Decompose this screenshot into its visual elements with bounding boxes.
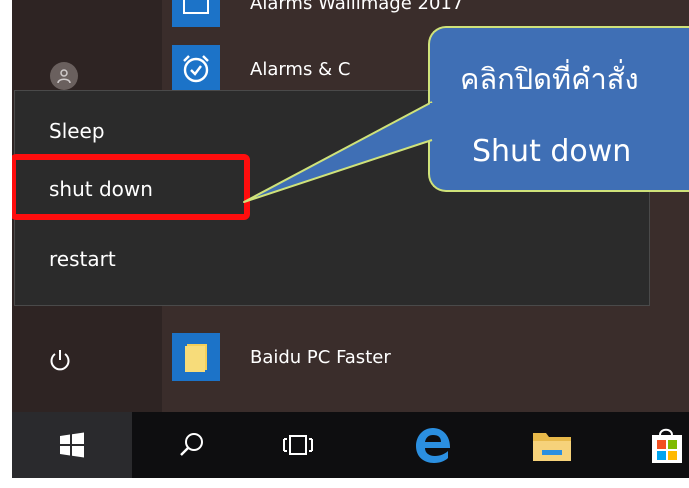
search-icon (180, 433, 203, 456)
shut-down-highlight-box (12, 154, 250, 220)
app-list-item-alarms[interactable]: Alarms & C (172, 42, 350, 96)
alarm-clock-icon (183, 55, 209, 83)
store-icon (651, 428, 682, 463)
baidu-label: Baidu PC Faster (250, 346, 391, 368)
alarms-tile (172, 45, 220, 93)
edge-browser-button[interactable] (404, 412, 464, 478)
app-list-item-baidu[interactable]: Baidu PC Faster (172, 330, 391, 384)
app-tile-top (172, 0, 220, 27)
file-explorer-button[interactable] (522, 412, 582, 478)
task-view-icon (283, 435, 313, 455)
app-list-item-top[interactable]: Alarms Wallimage 2017 (172, 0, 463, 30)
store-button[interactable] (642, 412, 689, 478)
start-button[interactable] (12, 412, 132, 478)
edge-browser-icon (416, 428, 450, 463)
file-explorer-icon (533, 433, 571, 461)
callout-shut-down-text: Shut down (472, 134, 632, 169)
image-icon (183, 0, 209, 14)
user-avatar-icon[interactable] (50, 62, 78, 90)
taskbar (12, 412, 689, 478)
windows-logo-icon (60, 432, 84, 458)
callout-thai-text: คลิกปิดที่คำสั่ง (460, 62, 639, 96)
task-view-button[interactable] (274, 412, 322, 478)
alarms-label: Alarms & C (250, 58, 351, 80)
search-button[interactable] (170, 412, 214, 478)
app-label-top: Alarms Wallimage 2017 (250, 0, 464, 14)
sleep-menu-item[interactable]: Sleep (49, 119, 105, 143)
restart-menu-item[interactable]: restart (49, 247, 116, 271)
baidu-tile (172, 333, 220, 381)
baidu-pc-faster-icon (185, 344, 207, 372)
power-icon (50, 350, 70, 371)
power-button[interactable] (40, 340, 80, 380)
